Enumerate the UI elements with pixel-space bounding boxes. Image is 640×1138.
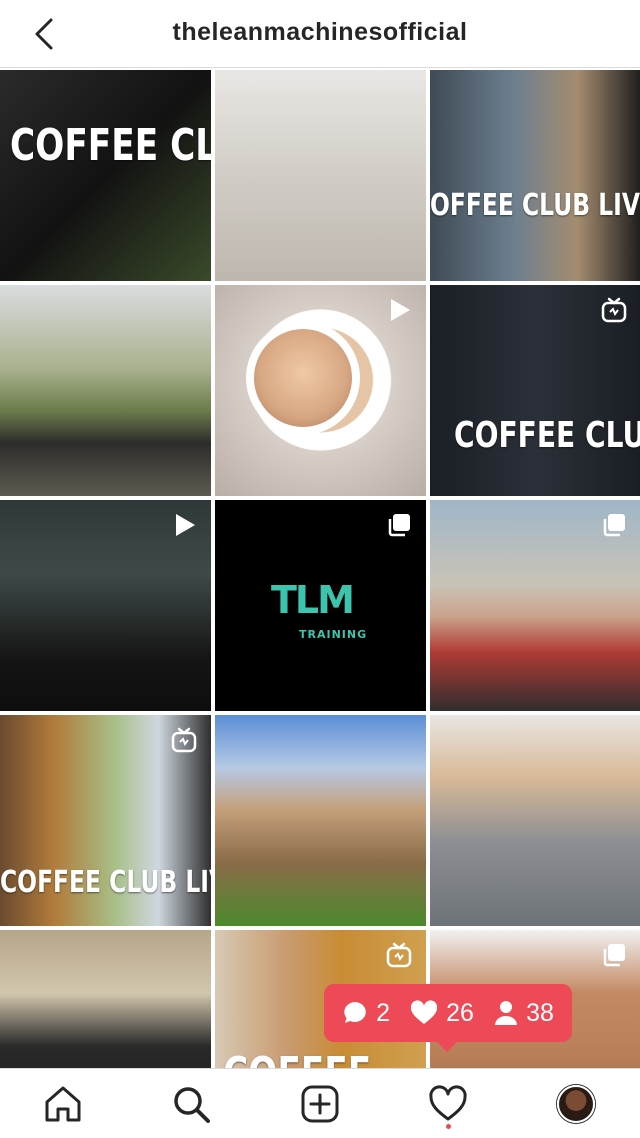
nav-activity[interactable] — [427, 1083, 469, 1125]
post-dumbbell-bench[interactable] — [215, 70, 426, 281]
comment-count: 2 — [342, 999, 390, 1028]
nav-home[interactable] — [42, 1083, 84, 1125]
face-image — [246, 321, 360, 435]
activity-notification-bubble[interactable]: 2 26 38 — [324, 984, 572, 1052]
search-icon — [174, 1087, 210, 1123]
post-nocco-talk[interactable] — [0, 500, 211, 711]
post-coffee-club-2[interactable]: COFFEE CLUB — [430, 285, 640, 496]
like-count-value: 26 — [446, 998, 474, 1027]
comment-icon — [344, 1002, 366, 1023]
post-tlm-training[interactable]: TLM TRAINING — [215, 500, 426, 711]
carousel-icon — [603, 944, 625, 967]
video-icon — [176, 514, 195, 536]
igtv-icon — [386, 942, 412, 968]
post-tube-face[interactable] — [215, 285, 426, 496]
bottom-navigation — [0, 1068, 640, 1138]
tile-caption: COFFEE CLUB LIVE — [0, 865, 211, 900]
carousel-icon — [603, 514, 625, 537]
activity-icon — [429, 1085, 467, 1121]
heart-icon — [411, 1000, 438, 1024]
activity-indicator-dot — [446, 1124, 451, 1129]
profile-username: theleanmachinesofficial — [172, 18, 468, 46]
tlm-subtitle: TRAINING — [299, 628, 368, 641]
post-coffee-club-live-2[interactable]: COFFEE CLUB LIVE — [0, 715, 211, 926]
home-icon — [45, 1086, 81, 1122]
follow-count: 38 — [494, 999, 554, 1028]
post-coffee-club-1[interactable]: COFFEE CLUB — [0, 70, 211, 281]
post-garden-group[interactable] — [215, 715, 426, 926]
video-icon — [391, 299, 410, 321]
person-icon — [495, 1001, 518, 1025]
profile-avatar — [557, 1085, 595, 1123]
post-bench-duo[interactable] — [0, 285, 211, 496]
top-bar: theleanmachinesofficial — [0, 0, 640, 68]
igtv-icon — [601, 297, 627, 323]
tile-caption: COFFEE CLUB — [10, 120, 211, 171]
comment-count-value: 2 — [376, 998, 390, 1027]
profile-grid-screen: theleanmachinesofficial COFFEE CLUB OFFE… — [0, 0, 640, 1138]
post-grid: COFFEE CLUB OFFEE CLUB LIVE COFFEE CLUB — [0, 70, 640, 1138]
igtv-icon — [171, 727, 197, 753]
nav-search[interactable] — [170, 1083, 212, 1125]
nav-new-post[interactable] — [299, 1083, 341, 1125]
tile-caption: COFFEE CLUB — [454, 415, 640, 456]
nav-profile[interactable] — [555, 1083, 597, 1125]
tile-caption: OFFEE CLUB LIVE — [430, 188, 640, 223]
follow-count-value: 38 — [526, 998, 554, 1027]
tlm-logo: TLM — [271, 578, 355, 622]
like-count: 26 — [410, 999, 474, 1028]
new-post-icon — [301, 1085, 339, 1123]
carousel-icon — [388, 514, 410, 537]
post-coffee-club-live-1[interactable]: OFFEE CLUB LIVE — [430, 70, 640, 281]
post-headband[interactable] — [430, 715, 640, 926]
post-garden-shirtless[interactable] — [430, 500, 640, 711]
